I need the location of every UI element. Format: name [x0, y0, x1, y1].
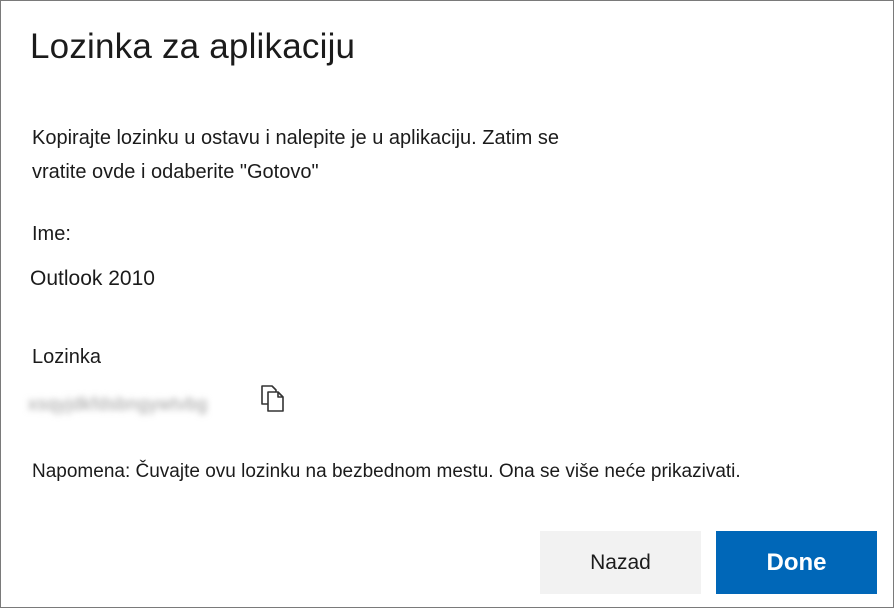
name-value: Outlook 2010: [30, 267, 155, 290]
instructions-line-2: vratite ovde i odaberite "Gotovo": [32, 161, 319, 183]
instructions-text: Kopirajte lozinku u ostavu i nalepite je…: [32, 121, 692, 189]
done-button[interactable]: Done: [716, 531, 877, 594]
app-password-dialog: Lozinka za aplikaciju Kopirajte lozinku …: [0, 0, 894, 608]
instructions-line-1: Kopirajte lozinku u ostavu i nalepite je…: [32, 127, 559, 149]
copy-icon: [261, 385, 284, 412]
back-button[interactable]: Nazad: [540, 531, 701, 594]
dialog-title: Lozinka za aplikaciju: [30, 27, 356, 66]
copy-password-button[interactable]: [259, 383, 287, 413]
password-value[interactable]: xsqyjdkfdsbngywtvbg: [28, 394, 208, 415]
password-label: Lozinka: [32, 346, 101, 368]
note-text: Napomena: Čuvajte ovu lozinku na bezbedn…: [32, 461, 741, 482]
name-label: Ime:: [32, 223, 71, 245]
